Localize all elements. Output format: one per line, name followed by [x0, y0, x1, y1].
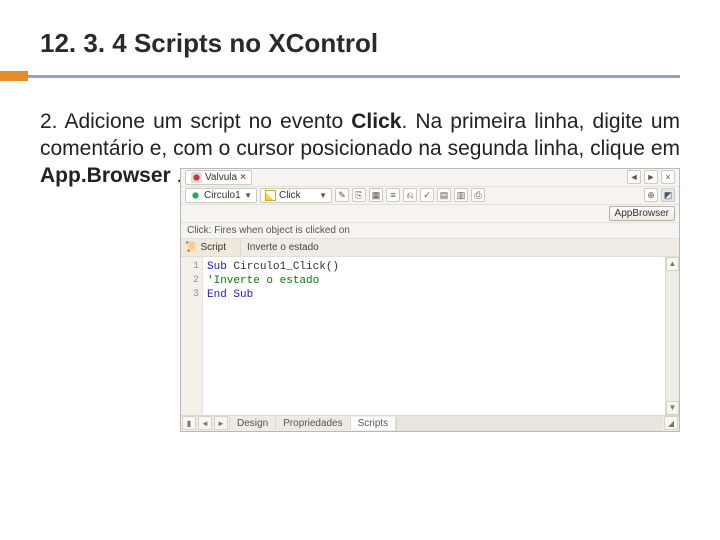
close-all-icon[interactable]: ×: [661, 170, 675, 184]
split-icon[interactable]: ▮: [182, 416, 196, 430]
toolbar-button[interactable]: ▤: [437, 188, 451, 202]
script-header: 📜 Script Inverte o estado: [181, 239, 679, 257]
object-dropdown-value: Circulo1: [204, 190, 241, 201]
divider: [28, 75, 680, 78]
circle-icon: [190, 190, 201, 201]
event-description: Click: Fires when object is clicked on: [181, 223, 679, 239]
accent-block: [0, 71, 28, 81]
script-description: Inverte o estado: [241, 242, 679, 253]
appbrowser-row: AppBrowser: [181, 205, 679, 223]
tab-valvula[interactable]: Valvula ×: [185, 170, 252, 185]
toolbar-button[interactable]: ≡: [386, 188, 400, 202]
chevron-down-icon: ▼: [319, 191, 327, 200]
resize-grip-icon[interactable]: ◢: [664, 416, 678, 430]
script-icon: 📜: [185, 242, 197, 253]
toolbar-button[interactable]: ⎌: [403, 188, 417, 202]
object-dropdown[interactable]: Circulo1 ▼: [185, 188, 257, 203]
appbrowser-button[interactable]: AppBrowser: [609, 206, 675, 221]
bolt-icon: [265, 190, 276, 201]
toolbar-button[interactable]: ✎: [335, 188, 349, 202]
toolbar-highlight-button[interactable]: ◩: [661, 188, 675, 202]
nav-left-icon[interactable]: ◄: [627, 170, 641, 184]
valve-icon: [191, 172, 202, 183]
slide-title: 12. 3. 4 Scripts no XControl: [40, 28, 680, 59]
ide-window: Valvula × ◄ ► × Circulo1 ▼ Click ▼: [180, 168, 680, 432]
close-icon[interactable]: ×: [240, 172, 246, 183]
scroll-left-icon[interactable]: ◄: [198, 416, 212, 430]
toolbar-button[interactable]: ▦: [369, 188, 383, 202]
line-gutter: 1 2 3: [181, 257, 203, 415]
tab-design[interactable]: Design: [230, 417, 276, 430]
toolbar-button[interactable]: ⎘: [352, 188, 366, 202]
tab-label: Valvula: [205, 172, 237, 183]
nav-right-icon[interactable]: ►: [644, 170, 658, 184]
vertical-scrollbar[interactable]: ▲ ▼: [665, 257, 679, 415]
tab-propriedades[interactable]: Propriedades: [276, 417, 350, 430]
toolbar-button[interactable]: ▥: [454, 188, 468, 202]
event-dropdown-value: Click: [279, 190, 301, 201]
scroll-right-icon[interactable]: ►: [214, 416, 228, 430]
toolbar-button[interactable]: ⊕: [644, 188, 658, 202]
scroll-down-icon[interactable]: ▼: [666, 401, 679, 415]
event-dropdown[interactable]: Click ▼: [260, 188, 332, 203]
footer-bar: ▮ ◄ ► Design Propriedades Scripts ◢: [181, 415, 679, 431]
file-tab-bar: Valvula × ◄ ► ×: [181, 169, 679, 187]
tab-scripts[interactable]: Scripts: [351, 417, 397, 430]
chevron-down-icon: ▼: [244, 191, 252, 200]
code-area: 1 2 3 Sub Circulo1_Click() 'Inverte o es…: [181, 257, 679, 415]
scroll-up-icon[interactable]: ▲: [666, 257, 679, 271]
script-column-label: Script: [200, 242, 226, 253]
code-editor[interactable]: Sub Circulo1_Click() 'Inverte o estado E…: [203, 257, 665, 415]
toolbar-button[interactable]: ✓: [420, 188, 434, 202]
toolbar-button[interactable]: ⎙: [471, 188, 485, 202]
horizontal-scrollbar[interactable]: [396, 416, 663, 431]
script-toolbar: Circulo1 ▼ Click ▼ ✎ ⎘ ▦ ≡ ⎌ ✓ ▤ ▥ ⎙ ⊕: [181, 187, 679, 205]
